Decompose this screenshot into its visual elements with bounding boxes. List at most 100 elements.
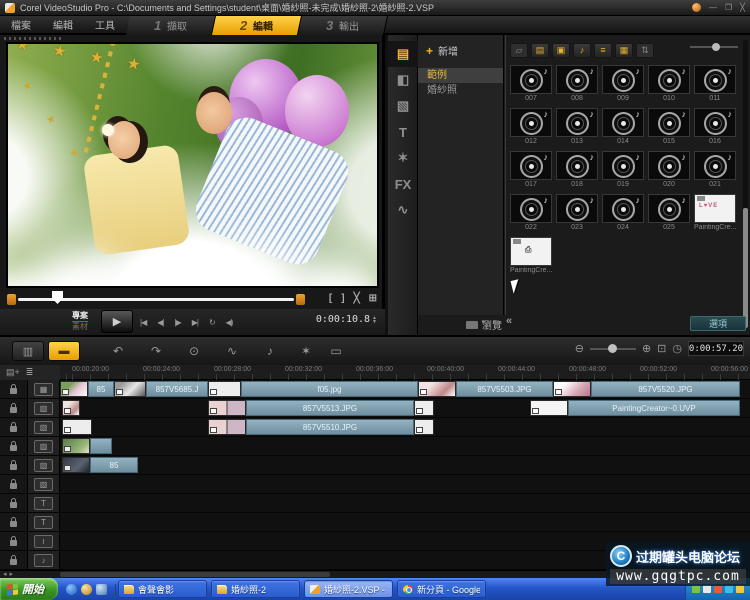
redo-button[interactable]: ↷ bbox=[140, 341, 172, 361]
scrub-thumb[interactable] bbox=[52, 291, 63, 304]
tray-icon[interactable] bbox=[703, 585, 711, 593]
add-folder-button[interactable]: + 新增 bbox=[418, 35, 503, 68]
timeline-thumbnail[interactable] bbox=[62, 438, 90, 454]
track-lock-icon[interactable] bbox=[10, 521, 17, 527]
view-list-button[interactable]: ≡ bbox=[594, 43, 612, 58]
menu-item-1[interactable]: 編輯 bbox=[42, 17, 84, 32]
library-item-015[interactable]: ♪015 bbox=[648, 108, 690, 145]
trim-handle-right[interactable] bbox=[296, 294, 305, 305]
tray-icon[interactable] bbox=[714, 585, 722, 593]
library-item-019[interactable]: ♪019 bbox=[602, 151, 644, 188]
subtitle-button[interactable]: ▭ bbox=[320, 341, 352, 361]
timeline-thumbnail[interactable] bbox=[553, 381, 591, 397]
track-title-icon[interactable]: T bbox=[34, 516, 53, 529]
track-overlay-icon[interactable]: ▧ bbox=[34, 459, 53, 472]
browse-button[interactable]: 瀏覽 bbox=[466, 317, 502, 332]
track-music-icon[interactable]: ♪ bbox=[34, 554, 53, 567]
library-item-020[interactable]: ♪020 bbox=[648, 151, 690, 188]
taskbar-button-1[interactable]: 婚紗照-2 bbox=[211, 580, 300, 598]
storyboard-view-button[interactable]: ▥ bbox=[12, 341, 44, 361]
tray-icon[interactable] bbox=[736, 585, 744, 593]
timeline-thumbnail[interactable] bbox=[208, 381, 241, 397]
track-list-button[interactable]: ≣ bbox=[26, 367, 34, 378]
timeline-clip[interactable]: f05.jpg bbox=[241, 381, 418, 397]
timeline-thumbnail[interactable] bbox=[62, 400, 80, 416]
library-item-PaintingCre...[interactable]: L♥VEPaintingCre... bbox=[694, 194, 736, 231]
timeline-clip[interactable]: 85 bbox=[88, 381, 114, 397]
timeline-clip[interactable]: 857V5513.JPG bbox=[246, 400, 414, 416]
track-title-icon[interactable]: T bbox=[34, 497, 53, 510]
track-overlay-icon[interactable]: ▧ bbox=[34, 421, 53, 434]
library-item-007[interactable]: ♪007 bbox=[510, 65, 552, 102]
filter-icon[interactable]: FX bbox=[388, 171, 418, 197]
start-button[interactable]: 開始 bbox=[0, 578, 58, 600]
mark-in-button[interactable]: [ bbox=[329, 293, 332, 304]
track-content[interactable]: 85 bbox=[60, 456, 750, 474]
library-item-023[interactable]: ♪023 bbox=[556, 194, 598, 231]
library-item-009[interactable]: ♪009 bbox=[602, 65, 644, 102]
track-lock-icon[interactable] bbox=[10, 407, 17, 413]
transition-icon[interactable]: ◧ bbox=[388, 67, 418, 93]
track-lock-icon[interactable] bbox=[10, 426, 17, 432]
library-folder-0[interactable]: 範例 bbox=[418, 68, 503, 83]
project-mode-toggle[interactable]: 專案 bbox=[72, 311, 88, 322]
track-content[interactable]: 857V5510.JPG bbox=[60, 418, 750, 436]
timeline-clip[interactable] bbox=[90, 438, 112, 454]
timeline-thumbnail[interactable] bbox=[418, 381, 456, 397]
trim-handle-left[interactable] bbox=[7, 294, 16, 305]
sort-button[interactable]: ⇅ bbox=[636, 43, 654, 58]
track-lock-icon[interactable] bbox=[10, 445, 17, 451]
taskbar-button-3[interactable]: 新分頁 - Google Chro... bbox=[397, 580, 486, 598]
library-item-010[interactable]: ♪010 bbox=[648, 65, 690, 102]
filter-photo-button[interactable]: ▣ bbox=[552, 43, 570, 58]
import-folder-button[interactable]: ▱ bbox=[510, 43, 528, 58]
filter-audio-button[interactable]: ♪ bbox=[573, 43, 591, 58]
taskbar-button-0[interactable]: 會聲會影 bbox=[118, 580, 207, 598]
library-item-017[interactable]: ♪017 bbox=[510, 151, 552, 188]
menu-item-0[interactable]: 檔案 bbox=[0, 17, 42, 32]
timeline-thumbnail[interactable] bbox=[208, 400, 246, 416]
track-lock-icon[interactable] bbox=[10, 464, 17, 470]
taskbar-button-2[interactable]: 婚紗照-2.VSP - Corel... bbox=[304, 580, 393, 598]
zoom-in-button[interactable]: ⊕ bbox=[642, 342, 651, 355]
track-lock-icon[interactable] bbox=[10, 540, 17, 546]
timeline-thumbnail[interactable] bbox=[62, 419, 92, 435]
timeline-clip[interactable]: 857V5510.JPG bbox=[246, 419, 414, 435]
close-button[interactable]: ╳ bbox=[740, 3, 745, 13]
library-item-013[interactable]: ♪013 bbox=[556, 108, 598, 145]
home-button[interactable]: |◀ bbox=[140, 318, 146, 327]
tray-icon[interactable] bbox=[725, 585, 733, 593]
library-item-PaintingCre...[interactable]: ⎙PaintingCre... bbox=[510, 237, 552, 274]
track-voice-icon[interactable]: ≀ bbox=[34, 535, 53, 548]
view-grid-button[interactable]: ▦ bbox=[615, 43, 633, 58]
timeline-thumbnail[interactable] bbox=[530, 400, 568, 416]
step-tab-輸出[interactable]: 3輸出 bbox=[298, 16, 388, 35]
collapse-panel-button[interactable]: « bbox=[506, 315, 512, 327]
decoration-icon[interactable]: ✶ bbox=[388, 145, 418, 171]
enlarge-button[interactable]: ⊞ bbox=[369, 293, 377, 304]
zoom-out-button[interactable]: ⊖ bbox=[575, 342, 584, 355]
library-item-021[interactable]: ♪021 bbox=[694, 151, 736, 188]
speed-lapse-button[interactable]: ✶ bbox=[290, 341, 322, 361]
options-button[interactable]: 選項 bbox=[690, 316, 746, 331]
track-manager-button[interactable]: ▤+ bbox=[6, 367, 20, 378]
library-item-016[interactable]: ♪016 bbox=[694, 108, 736, 145]
tray-icon[interactable] bbox=[692, 585, 700, 593]
timeline-thumbnail[interactable] bbox=[208, 419, 246, 435]
end-button[interactable]: ▶| bbox=[192, 318, 198, 327]
timeline-thumbnail[interactable] bbox=[414, 400, 434, 416]
track-content[interactable] bbox=[60, 437, 750, 455]
library-item-022[interactable]: ♪022 bbox=[510, 194, 552, 231]
step-tab-編輯[interactable]: 2編輯 bbox=[212, 16, 302, 35]
track-content[interactable] bbox=[60, 513, 750, 531]
title-icon[interactable]: T bbox=[388, 119, 418, 145]
hscroll-thumb[interactable] bbox=[60, 572, 330, 577]
quick-launch-icon[interactable] bbox=[66, 584, 77, 595]
media-icon[interactable]: ▤ bbox=[388, 41, 418, 67]
library-item-014[interactable]: ♪014 bbox=[602, 108, 644, 145]
quick-launch-icon[interactable] bbox=[81, 584, 92, 595]
record-capture-button[interactable]: ⊙ bbox=[178, 341, 210, 361]
timeline-thumbnail[interactable] bbox=[114, 381, 146, 397]
track-video-icon[interactable]: ▦ bbox=[34, 383, 53, 396]
library-folder-1[interactable]: 婚紗照 bbox=[418, 83, 503, 98]
